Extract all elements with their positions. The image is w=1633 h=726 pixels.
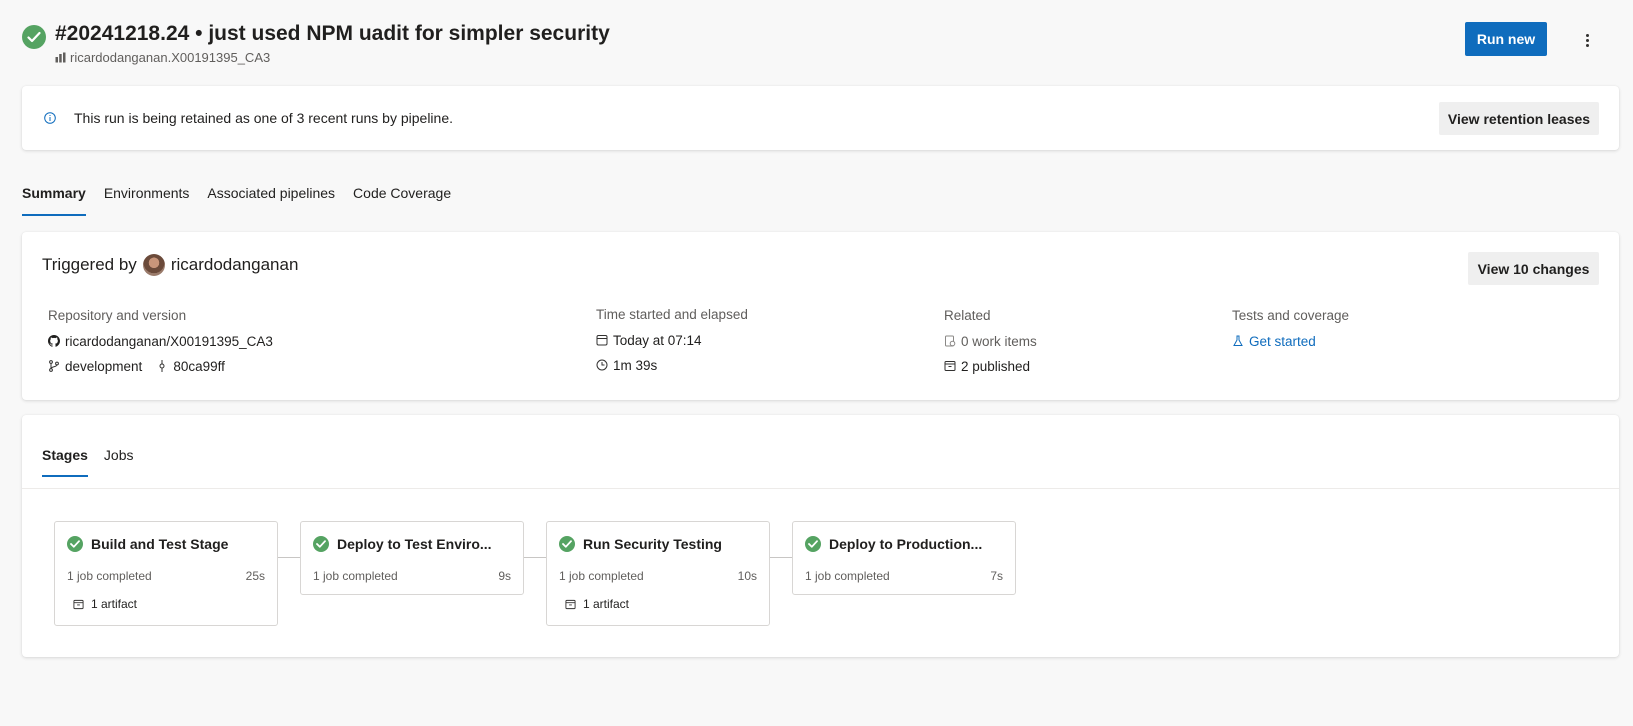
commit-icon <box>159 360 165 372</box>
stage-name: Build and Test Stage <box>91 536 229 552</box>
work-items-count: 0 work items <box>961 333 1037 349</box>
tab-jobs[interactable]: Jobs <box>104 447 134 475</box>
stage-tabs: Stages Jobs <box>42 447 150 477</box>
tests-column: Tests and coverage Get started <box>1232 308 1349 358</box>
run-title: #20241218.24 • just used NPM uadit for s… <box>55 22 610 45</box>
stage-duration: 7s <box>990 569 1003 583</box>
repository-link[interactable]: ricardodanganan/X00191395_CA3 <box>48 333 273 349</box>
artifact-count: 1 artifact <box>91 597 138 611</box>
view-changes-button[interactable]: View 10 changes <box>1468 252 1599 285</box>
branch-icon <box>49 360 59 372</box>
stage-duration: 25s <box>245 569 265 583</box>
more-actions-icon[interactable] <box>1577 28 1597 52</box>
time-column: Time started and elapsed Today at 07:14 … <box>596 307 748 382</box>
time-elapsed: 1m 39s <box>613 357 658 373</box>
run-new-button[interactable]: Run new <box>1465 22 1547 56</box>
repo-subtitle[interactable]: ricardodanganan.X00191395_CA3 <box>55 50 270 65</box>
related-column: Related 0 work items 2 published <box>944 308 1037 383</box>
clock-icon <box>596 359 608 371</box>
run-header: #20241218.24 • just used NPM uadit for s… <box>22 22 1611 72</box>
stage-artifact[interactable]: 1 artifact <box>565 597 629 611</box>
time-started: Today at 07:14 <box>613 332 702 348</box>
stage-name: Deploy to Test Enviro... <box>337 536 492 552</box>
work-item-icon <box>945 335 956 347</box>
tab-associated-pipelines[interactable]: Associated pipelines <box>207 180 335 216</box>
work-items-row: 0 work items <box>944 333 1037 349</box>
stage-card[interactable]: Build and Test Stage 1 job completed 25s… <box>54 521 278 626</box>
avatar <box>142 254 165 276</box>
success-check-icon <box>559 536 575 552</box>
flask-icon <box>1233 335 1243 346</box>
tab-environments[interactable]: Environments <box>104 180 190 216</box>
stage-jobs: 1 job completed <box>67 569 152 583</box>
success-check-icon <box>313 536 329 552</box>
published-row[interactable]: 2 published <box>944 358 1037 374</box>
stage-jobs: 1 job completed <box>805 569 890 583</box>
artifact-icon <box>944 361 956 371</box>
repository-name: ricardodanganan/X00191395_CA3 <box>65 333 273 349</box>
calendar-icon <box>596 335 608 346</box>
stage-duration: 9s <box>498 569 511 583</box>
triggered-by: Triggered by ricardodanganan <box>42 254 298 276</box>
divider <box>22 488 1619 489</box>
triggered-user[interactable]: ricardodanganan <box>171 255 299 275</box>
stage-artifact[interactable]: 1 artifact <box>73 597 137 611</box>
view-retention-leases-button[interactable]: View retention leases <box>1439 102 1599 135</box>
time-started-row: Today at 07:14 <box>596 332 748 348</box>
stage-duration: 10s <box>737 569 757 583</box>
tab-summary[interactable]: Summary <box>22 180 86 216</box>
stage-jobs: 1 job completed <box>559 569 644 583</box>
stage-name: Run Security Testing <box>583 536 722 552</box>
published-count: 2 published <box>961 358 1031 374</box>
pipeline-icon <box>55 52 66 63</box>
branch-name[interactable]: development <box>65 359 142 374</box>
stage-jobs: 1 job completed <box>313 569 398 583</box>
stage-card[interactable]: Deploy to Test Enviro... 1 job completed… <box>300 521 524 595</box>
repo-name: ricardodanganan.X00191395_CA3 <box>70 50 271 65</box>
info-icon <box>44 112 56 124</box>
repository-column: Repository and version ricardodanganan/X… <box>48 308 273 383</box>
stages-card: Stages Jobs Build and Test Stage 1 job c… <box>22 415 1619 657</box>
elapsed-row: 1m 39s <box>596 357 748 373</box>
stage-card[interactable]: Run Security Testing 1 job completed 10s… <box>546 521 770 626</box>
retention-banner: This run is being retained as one of 3 r… <box>22 86 1619 150</box>
success-check-icon <box>805 536 821 552</box>
branch-commit-row: development 80ca99ff <box>48 358 273 374</box>
tests-label: Tests and coverage <box>1232 308 1350 323</box>
stage-name: Deploy to Production... <box>829 536 983 552</box>
triggered-prefix: Triggered by <box>42 255 137 274</box>
repository-label: Repository and version <box>48 308 187 323</box>
stage-card[interactable]: Deploy to Production... 1 job completed … <box>792 521 1016 595</box>
artifact-icon <box>565 599 576 609</box>
related-label: Related <box>944 308 991 323</box>
commit-id[interactable]: 80ca99ff <box>173 359 225 374</box>
success-check-icon <box>22 25 46 49</box>
get-started-link[interactable]: Get started <box>1249 334 1316 349</box>
success-check-icon <box>67 536 83 552</box>
summary-card: Triggered by ricardodanganan View 10 cha… <box>22 232 1619 400</box>
artifact-icon <box>73 599 84 609</box>
get-started-row[interactable]: Get started <box>1232 333 1349 349</box>
tab-code-coverage[interactable]: Code Coverage <box>353 180 451 216</box>
run-tabs: Summary Environments Associated pipeline… <box>22 180 469 216</box>
tab-stages[interactable]: Stages <box>42 447 88 477</box>
retention-message: This run is being retained as one of 3 r… <box>74 110 454 126</box>
artifact-count: 1 artifact <box>583 597 630 611</box>
github-icon <box>48 335 60 347</box>
time-label: Time started and elapsed <box>596 307 748 322</box>
